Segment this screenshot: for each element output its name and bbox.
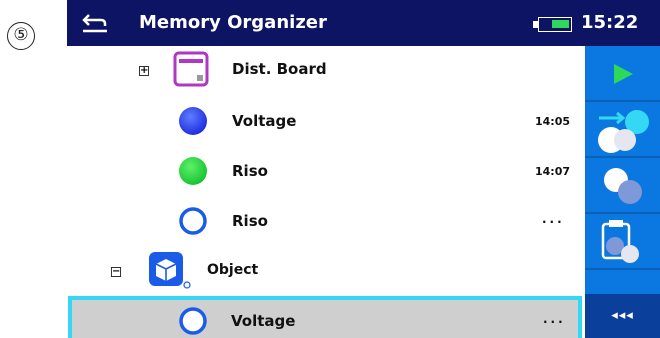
battery-level <box>552 20 569 28</box>
copy-test-icon <box>604 168 642 204</box>
blue-filled-circle-icon <box>179 107 207 135</box>
tree-node-label: Object <box>207 262 259 278</box>
distribution-board-icon <box>173 51 209 87</box>
object-cube-icon <box>149 252 191 289</box>
title-bar: Memory Organizer 15:22 <box>67 0 660 46</box>
more-options-button[interactable]: ◂◂◂ <box>585 294 660 338</box>
clock: 15:22 <box>581 12 639 33</box>
instrument-screen: Memory Organizer 15:22 + Dist. Board Vol… <box>67 0 660 338</box>
tree-node-label: Riso <box>232 212 268 230</box>
page-title: Memory Organizer <box>139 12 327 33</box>
blue-empty-circle-icon <box>179 207 207 235</box>
start-test-button[interactable] <box>585 46 660 102</box>
expand-icon[interactable]: + <box>139 66 149 76</box>
chevron-left-icon: ◂◂◂ <box>611 308 634 323</box>
tree-node-voltage-selected[interactable]: Voltage ... <box>68 296 582 338</box>
test-time: 14:07 <box>535 165 571 178</box>
clone-test-icon <box>598 110 649 153</box>
tree-node-riso[interactable]: Riso 14:07 <box>67 146 585 196</box>
start-test-icon <box>614 64 633 84</box>
tree-node-dist-board[interactable]: + Dist. Board <box>67 48 585 98</box>
battery-icon <box>538 17 572 32</box>
step-number-marker: ⑤ <box>7 22 35 50</box>
tree-node-riso-empty[interactable]: Riso ... <box>67 196 585 246</box>
collapse-icon[interactable]: − <box>111 267 121 277</box>
tree-node-label: Riso <box>232 162 268 180</box>
copy-test-button[interactable] <box>585 158 660 214</box>
tree-node-label: Voltage <box>232 112 297 130</box>
test-time: ... <box>542 212 565 226</box>
blue-empty-circle-icon <box>179 307 207 335</box>
green-filled-circle-icon <box>179 157 207 185</box>
paste-test-icon <box>601 220 639 263</box>
tree-node-label: Voltage <box>231 312 296 330</box>
memory-tree: + Dist. Board Voltage 14:05 Riso 14:07 R… <box>67 46 585 338</box>
tree-node-object[interactable]: − Object <box>67 246 585 296</box>
paste-test-button[interactable] <box>585 214 660 270</box>
clone-test-button[interactable] <box>585 102 660 158</box>
back-arrow-icon[interactable] <box>81 11 109 33</box>
test-time: ... <box>543 312 566 326</box>
action-sidebar: ◂◂◂ <box>585 46 660 338</box>
tree-node-voltage[interactable]: Voltage 14:05 <box>67 96 585 146</box>
test-time: 14:05 <box>535 115 571 128</box>
tree-node-label: Dist. Board <box>232 60 327 78</box>
